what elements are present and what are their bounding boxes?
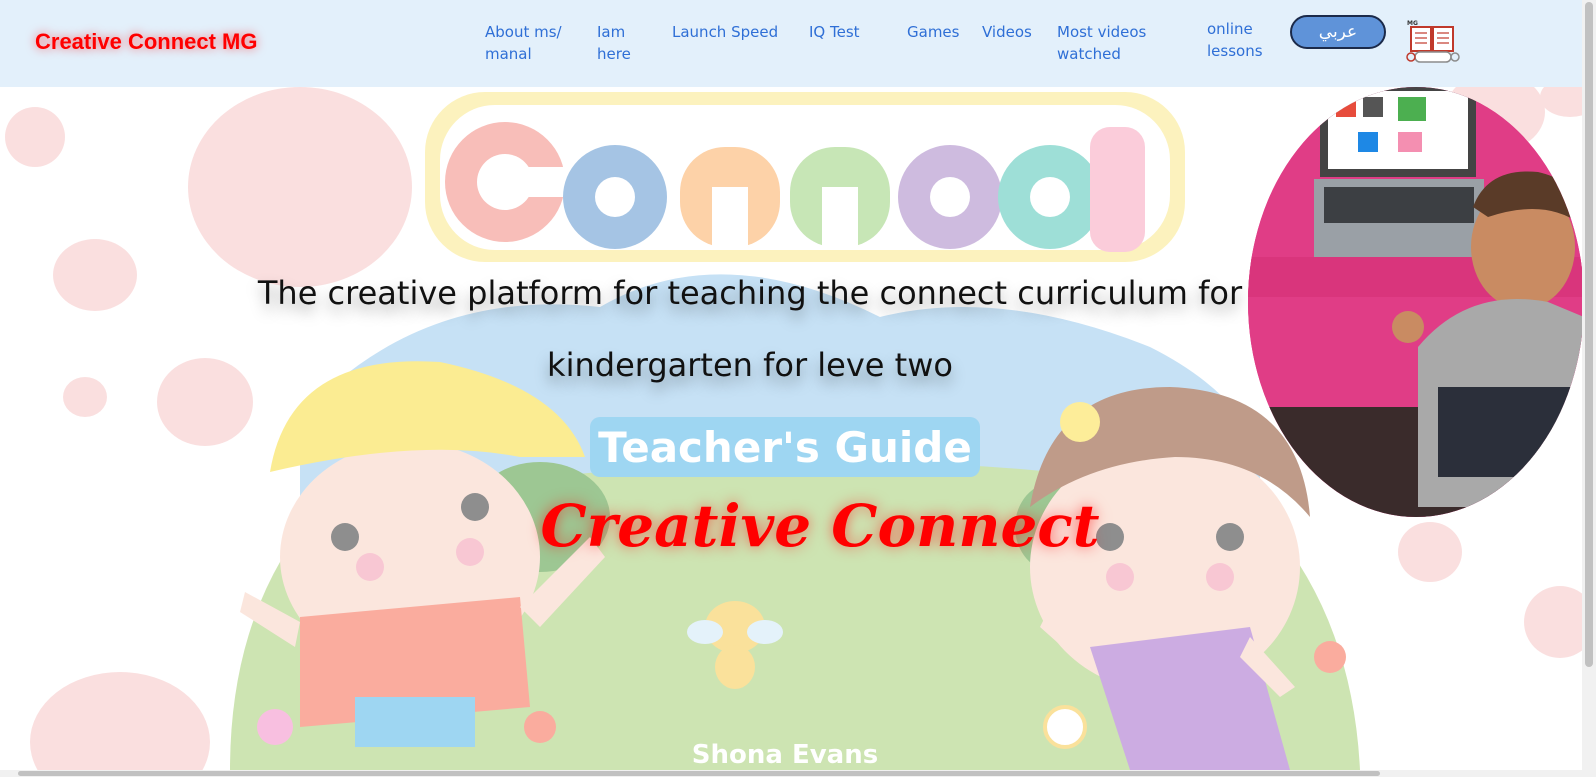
nav-link-about[interactable]: About ms/ manal [485,21,562,65]
book-gamepad-icon[interactable]: MG [1405,18,1461,66]
nav-link-online-lessons-line2: lessons [1207,42,1263,60]
nav-link-most-watched[interactable]: Most videos watched [1057,21,1146,65]
brand-logo-text[interactable]: Creative Connect MG [35,29,258,55]
vertical-scrollbar-thumb[interactable] [1585,2,1593,667]
horizontal-scrollbar-thumb[interactable] [18,771,1380,776]
nav-link-iam-here[interactable]: Iam here [597,21,631,65]
vertical-scrollbar[interactable] [1582,0,1596,770]
nav-link-games-label: Games [907,23,960,41]
nav-link-most-watched-line2: watched [1057,45,1121,63]
nav-link-online-lessons-line1: online [1207,20,1253,38]
nav-link-about-line2: manal [485,45,532,63]
page: Creative Connect MG About ms/ manal Iam … [0,0,1596,777]
hero-headline-line2: kindergarten for leve two [547,346,953,384]
navbar: Creative Connect MG About ms/ manal Iam … [0,0,1582,87]
nav-link-launch-speed-label: Launch Speed [672,23,779,41]
hero-headline: The creative platform for teaching the c… [230,257,1270,401]
nav-link-iq-test-label: IQ Test [809,23,860,41]
art-guide-text: Teacher's Guide [598,423,972,472]
art-author-text: Shona Evans [692,740,878,770]
nav-link-most-watched-line1: Most videos [1057,23,1147,41]
logo-mg-label: MG [1407,20,1418,27]
nav-link-iam-here-line1: Iam [597,23,626,41]
nav-link-launch-speed[interactable]: Launch Speed [672,21,778,43]
nav-link-videos[interactable]: Videos [982,21,1032,43]
hero-subtitle: Creative Connect [540,492,1100,560]
nav-link-videos-label: Videos [982,23,1032,41]
nav-link-online-lessons[interactable]: online lessons [1207,18,1263,62]
nav-link-iam-here-line2: here [597,45,631,63]
nav-link-games[interactable]: Games [907,21,959,43]
nav-link-iq-test[interactable]: IQ Test [809,21,860,43]
nav-link-about-line1: About ms/ [485,23,562,41]
horizontal-scrollbar[interactable] [0,770,1596,777]
arabic-language-button[interactable]: عربي [1290,15,1386,49]
student-photo [1248,87,1584,517]
hero-headline-line1: The creative platform for teaching the c… [257,274,1243,312]
